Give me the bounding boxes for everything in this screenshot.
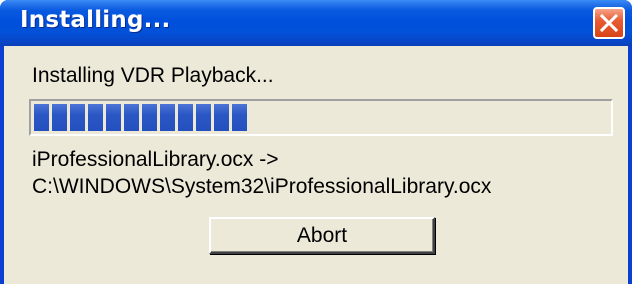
progress-chunk (34, 104, 49, 131)
progress-chunk (124, 104, 139, 131)
progress-chunk (88, 104, 103, 131)
file-source-path: iProfessionalLibrary.ocx -> (32, 148, 279, 171)
progress-chunk (196, 104, 211, 131)
file-destination-path: C:\WINDOWS\System32\iProfessionalLibrary… (32, 175, 492, 198)
title-bar[interactable]: Installing... (0, 0, 632, 46)
progress-chunk (106, 104, 121, 131)
progress-chunk (70, 104, 85, 131)
progress-fill (34, 104, 608, 131)
close-x-icon (600, 14, 618, 32)
abort-button[interactable]: Abort (209, 217, 435, 254)
window-title: Installing... (20, 7, 171, 33)
progress-bar (29, 99, 613, 136)
progress-chunk (160, 104, 175, 131)
close-button[interactable] (593, 7, 625, 39)
status-text: Installing VDR Playback... (32, 64, 274, 87)
progress-chunk (178, 104, 193, 131)
progress-chunk (232, 104, 247, 131)
progress-chunk (52, 104, 67, 131)
dialog-body: Installing VDR Playback... iProfessional… (4, 46, 628, 284)
progress-chunk (142, 104, 157, 131)
installer-dialog: Installing... Installing VDR Playback...… (0, 0, 632, 284)
progress-chunk (214, 104, 229, 131)
